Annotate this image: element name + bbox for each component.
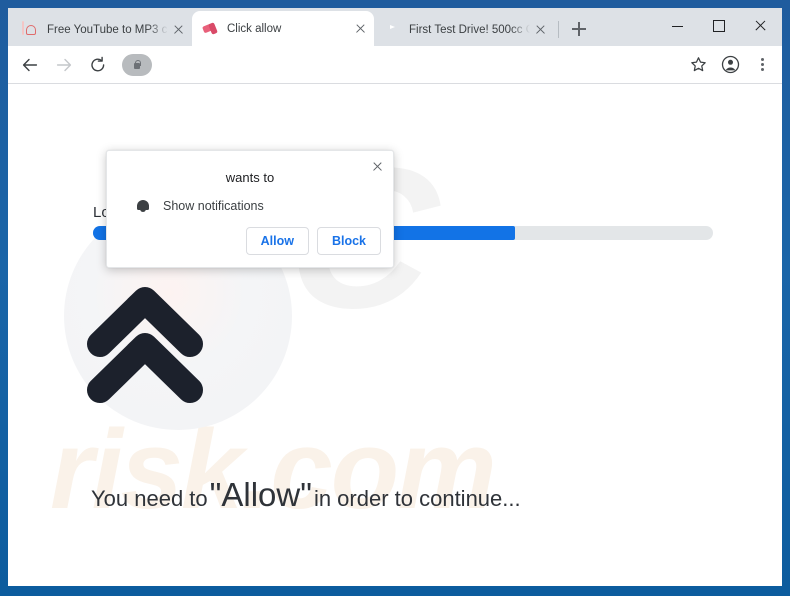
tab-strip: Free YouTube to MP3 conv Click allow Fir…: [8, 8, 782, 46]
browser-toolbar: [8, 46, 782, 84]
profile-icon: [721, 55, 739, 74]
close-window-button[interactable]: [740, 8, 782, 42]
permission-label: Show notifications: [163, 198, 264, 213]
continue-suffix: in order to continue...: [313, 486, 521, 511]
back-arrow-icon: [22, 58, 38, 71]
block-button[interactable]: Block: [316, 227, 381, 255]
site-info-button[interactable]: [122, 53, 152, 76]
house-icon: [22, 20, 38, 38]
permission-dialog-title: wants to: [225, 170, 275, 185]
continue-prefix: You need to: [91, 486, 208, 511]
toolbar-right-actions: [680, 51, 782, 79]
tab-title: Free YouTube to MP3 conv: [47, 23, 168, 36]
close-icon[interactable]: [367, 157, 387, 177]
double-chevron-up-icon: [86, 282, 206, 406]
browser-window: Free YouTube to MP3 conv Click allow Fir…: [8, 8, 782, 586]
forward-arrow-icon: [56, 58, 72, 71]
reload-arrow-icon: [91, 56, 105, 71]
close-tab-icon[interactable]: [170, 22, 186, 38]
tab-separator: [558, 21, 559, 38]
address-bar[interactable]: [122, 51, 674, 79]
continue-instruction: You need to "Allow" in order to continue…: [91, 476, 521, 514]
os-window-frame: Free YouTube to MP3 conv Click allow Fir…: [0, 0, 790, 596]
notification-permission-dialog: wants to Show notifications Allow Block: [106, 150, 394, 268]
permission-dialog-actions: Allow Block: [245, 227, 381, 255]
forward-button[interactable]: [50, 51, 78, 79]
allow-button[interactable]: Allow: [245, 227, 309, 255]
star-icon: [690, 57, 706, 72]
reload-button[interactable]: [84, 51, 112, 79]
back-button[interactable]: [16, 51, 44, 79]
window-controls: [656, 8, 782, 42]
browser-menu-button[interactable]: [748, 51, 776, 79]
permission-request-row: Show notifications: [107, 185, 393, 213]
bell-icon: [136, 198, 150, 213]
tab-free-youtube-to-mp3[interactable]: Free YouTube to MP3 conv: [12, 13, 192, 46]
tab-click-allow[interactable]: Click allow: [192, 11, 374, 46]
youtube-icon: [384, 22, 400, 38]
profile-button[interactable]: [716, 51, 744, 79]
tab-first-test-drive[interactable]: First Test Drive! 500cc Off-R: [374, 13, 554, 46]
minimize-button[interactable]: [656, 8, 698, 42]
close-tab-icon[interactable]: [352, 21, 368, 37]
tab-title: First Test Drive! 500cc Off-R: [409, 23, 530, 36]
page-content: PC risk.com Loading... You need to "Allo…: [8, 84, 782, 586]
bookmark-button[interactable]: [684, 51, 712, 79]
continue-emphasis: "Allow": [209, 476, 312, 513]
maximize-button[interactable]: [698, 8, 740, 42]
new-tab-button[interactable]: [565, 15, 593, 43]
lock-icon: [133, 59, 142, 70]
three-dot-menu-icon: [760, 57, 764, 72]
close-tab-icon[interactable]: [532, 22, 548, 38]
megaphone-icon: [202, 21, 218, 37]
tab-title: Click allow: [227, 22, 282, 35]
